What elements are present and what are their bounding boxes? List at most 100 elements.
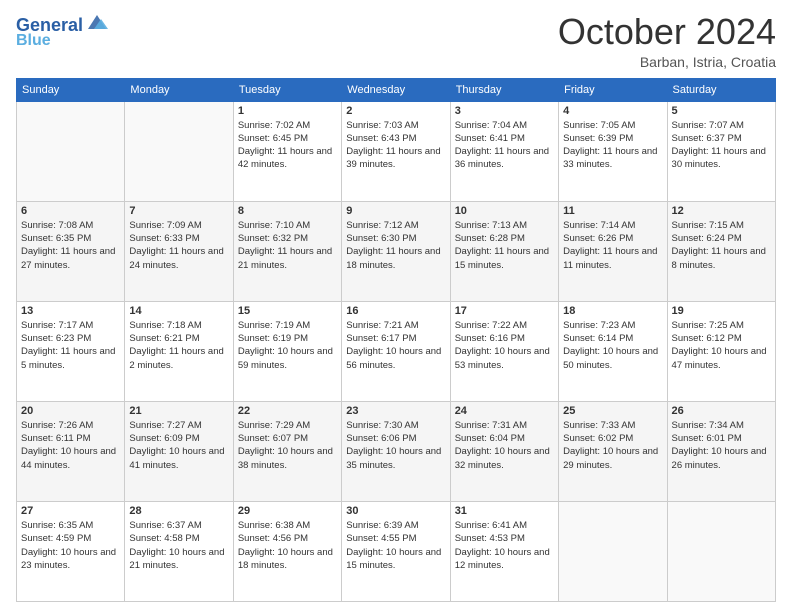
sunrise-text: Sunrise: 7:18 AM [129, 319, 228, 332]
daylight-text: Daylight: 11 hours and 27 minutes. [21, 245, 120, 272]
logo-icon [86, 11, 108, 33]
sunset-text: Sunset: 6:21 PM [129, 332, 228, 345]
sunrise-text: Sunrise: 7:05 AM [563, 119, 662, 132]
day-number: 22 [238, 405, 337, 417]
sunset-text: Sunset: 6:30 PM [346, 232, 445, 245]
calendar-cell-0-3: 2Sunrise: 7:03 AMSunset: 6:43 PMDaylight… [342, 101, 450, 201]
sunset-text: Sunset: 6:06 PM [346, 432, 445, 445]
calendar-cell-4-5 [559, 501, 667, 601]
day-number: 21 [129, 405, 228, 417]
day-info: Sunrise: 7:04 AMSunset: 6:41 PMDaylight:… [455, 119, 554, 172]
daylight-text: Daylight: 11 hours and 5 minutes. [21, 345, 120, 372]
calendar-cell-2-2: 15Sunrise: 7:19 AMSunset: 6:19 PMDayligh… [233, 301, 341, 401]
sunset-text: Sunset: 6:16 PM [455, 332, 554, 345]
day-number: 19 [672, 305, 771, 317]
col-thursday: Thursday [450, 78, 558, 101]
day-info: Sunrise: 7:22 AMSunset: 6:16 PMDaylight:… [455, 319, 554, 372]
day-number: 11 [563, 205, 662, 217]
day-info: Sunrise: 7:25 AMSunset: 6:12 PMDaylight:… [672, 319, 771, 372]
daylight-text: Daylight: 10 hours and 15 minutes. [346, 546, 445, 573]
day-info: Sunrise: 7:13 AMSunset: 6:28 PMDaylight:… [455, 219, 554, 272]
day-number: 17 [455, 305, 554, 317]
calendar-cell-2-6: 19 Sunrise: 7:25 AMSunset: 6:12 PMDayligh… [667, 301, 775, 401]
calendar-cell-3-1: 21Sunrise: 7:27 AMSunset: 6:09 PMDayligh… [125, 401, 233, 501]
sunrise-text: Sunrise: 7:30 AM [346, 419, 445, 432]
day-number: 15 [238, 305, 337, 317]
day-info: Sunrise: 7:09 AMSunset: 6:33 PMDaylight:… [129, 219, 228, 272]
day-info: Sunrise: 6:41 AMSunset: 4:53 PMDaylight:… [455, 519, 554, 572]
sunset-text: Sunset: 6:45 PM [238, 132, 337, 145]
sunrise-text: Sunrise: 7:17 AM [21, 319, 120, 332]
sunset-text: Sunset: 4:59 PM [21, 532, 120, 545]
page: General Blue October 2024 Barban, Istria… [0, 0, 792, 612]
calendar-cell-4-2: 29 Sunrise: 6:38 AMSunset: 4:56 PMDayligh… [233, 501, 341, 601]
day-info: Sunrise: 7:26 AMSunset: 6:11 PMDaylight:… [21, 419, 120, 472]
calendar-cell-2-3: 16Sunrise: 7:21 AMSunset: 6:17 PMDayligh… [342, 301, 450, 401]
day-number: 28 [129, 505, 228, 517]
day-info: Sunrise: 7:15 AMSunset: 6:24 PMDaylight:… [672, 219, 771, 272]
sunrise-text: Sunrise: 7:23 AM [563, 319, 662, 332]
sunrise-text: Sunrise: 7:07 AM [672, 119, 771, 132]
sunrise-text: Sunrise: 7:15 AM [672, 219, 771, 232]
calendar-cell-0-1 [125, 101, 233, 201]
day-info: Sunrise: 7:17 AMSunset: 6:23 PMDaylight:… [21, 319, 120, 372]
week-row-2: 6Sunrise: 7:08 AMSunset: 6:35 PMDaylight… [17, 201, 776, 301]
calendar-cell-1-3: 9Sunrise: 7:12 AMSunset: 6:30 PMDaylight… [342, 201, 450, 301]
day-info: Sunrise: 7:03 AMSunset: 6:43 PMDaylight:… [346, 119, 445, 172]
sunrise-text: Sunrise: 7:02 AM [238, 119, 337, 132]
day-number: 6 [21, 205, 120, 217]
day-number: 16 [346, 305, 445, 317]
day-number: 9 [346, 205, 445, 217]
day-number: 23 [346, 405, 445, 417]
col-monday: Monday [125, 78, 233, 101]
sunset-text: Sunset: 6:43 PM [346, 132, 445, 145]
calendar-cell-3-0: 20Sunrise: 7:26 AMSunset: 6:11 PMDayligh… [17, 401, 125, 501]
day-number: 26 [672, 405, 771, 417]
day-info: Sunrise: 7:31 AMSunset: 6:04 PMDaylight:… [455, 419, 554, 472]
daylight-text: Daylight: 11 hours and 30 minutes. [672, 145, 771, 172]
daylight-text: Daylight: 10 hours and 47 minutes. [672, 345, 771, 372]
daylight-text: Daylight: 11 hours and 24 minutes. [129, 245, 228, 272]
sunset-text: Sunset: 6:32 PM [238, 232, 337, 245]
daylight-text: Daylight: 10 hours and 41 minutes. [129, 445, 228, 472]
calendar-cell-3-6: 26Sunrise: 7:34 AMSunset: 6:01 PMDayligh… [667, 401, 775, 501]
daylight-text: Daylight: 10 hours and 53 minutes. [455, 345, 554, 372]
daylight-text: Daylight: 10 hours and 59 minutes. [238, 345, 337, 372]
calendar-cell-0-4: 3Sunrise: 7:04 AMSunset: 6:41 PMDaylight… [450, 101, 558, 201]
daylight-text: Daylight: 10 hours and 29 minutes. [563, 445, 662, 472]
sunset-text: Sunset: 6:33 PM [129, 232, 228, 245]
col-tuesday: Tuesday [233, 78, 341, 101]
day-number: 4 [563, 105, 662, 117]
calendar-cell-0-2: 1Sunrise: 7:02 AMSunset: 6:45 PMDaylight… [233, 101, 341, 201]
day-info: Sunrise: 7:10 AMSunset: 6:32 PMDaylight:… [238, 219, 337, 272]
day-info: Sunrise: 7:30 AMSunset: 6:06 PMDaylight:… [346, 419, 445, 472]
calendar-cell-2-0: 13Sunrise: 7:17 AMSunset: 6:23 PMDayligh… [17, 301, 125, 401]
daylight-text: Daylight: 10 hours and 12 minutes. [455, 546, 554, 573]
sunrise-text: Sunrise: 7:31 AM [455, 419, 554, 432]
col-sunday: Sunday [17, 78, 125, 101]
day-info: Sunrise: 6:38 AMSunset: 4:56 PMDaylight:… [238, 519, 337, 572]
sunrise-text: Sunrise: 7:08 AM [21, 219, 120, 232]
calendar-cell-4-4: 31Sunrise: 6:41 AMSunset: 4:53 PMDayligh… [450, 501, 558, 601]
sunset-text: Sunset: 6:09 PM [129, 432, 228, 445]
col-friday: Friday [559, 78, 667, 101]
calendar-cell-1-5: 11Sunrise: 7:14 AMSunset: 6:26 PMDayligh… [559, 201, 667, 301]
day-number: 30 [346, 505, 445, 517]
sunset-text: Sunset: 6:02 PM [563, 432, 662, 445]
sunset-text: Sunset: 6:19 PM [238, 332, 337, 345]
calendar-cell-4-1: 28Sunrise: 6:37 AMSunset: 4:58 PMDayligh… [125, 501, 233, 601]
sunset-text: Sunset: 6:07 PM [238, 432, 337, 445]
sunrise-text: Sunrise: 7:03 AM [346, 119, 445, 132]
day-info: Sunrise: 6:35 AMSunset: 4:59 PMDaylight:… [21, 519, 120, 572]
day-number: 12 [672, 205, 771, 217]
sunrise-text: Sunrise: 7:34 AM [672, 419, 771, 432]
sunset-text: Sunset: 6:04 PM [455, 432, 554, 445]
day-number: 18 [563, 305, 662, 317]
day-number: 10 [455, 205, 554, 217]
day-number: 5 [672, 105, 771, 117]
daylight-text: Daylight: 11 hours and 11 minutes. [563, 245, 662, 272]
day-info: Sunrise: 7:33 AMSunset: 6:02 PMDaylight:… [563, 419, 662, 472]
location: Barban, Istria, Croatia [558, 54, 776, 70]
day-number: 29 [238, 505, 337, 517]
day-number: 25 [563, 405, 662, 417]
